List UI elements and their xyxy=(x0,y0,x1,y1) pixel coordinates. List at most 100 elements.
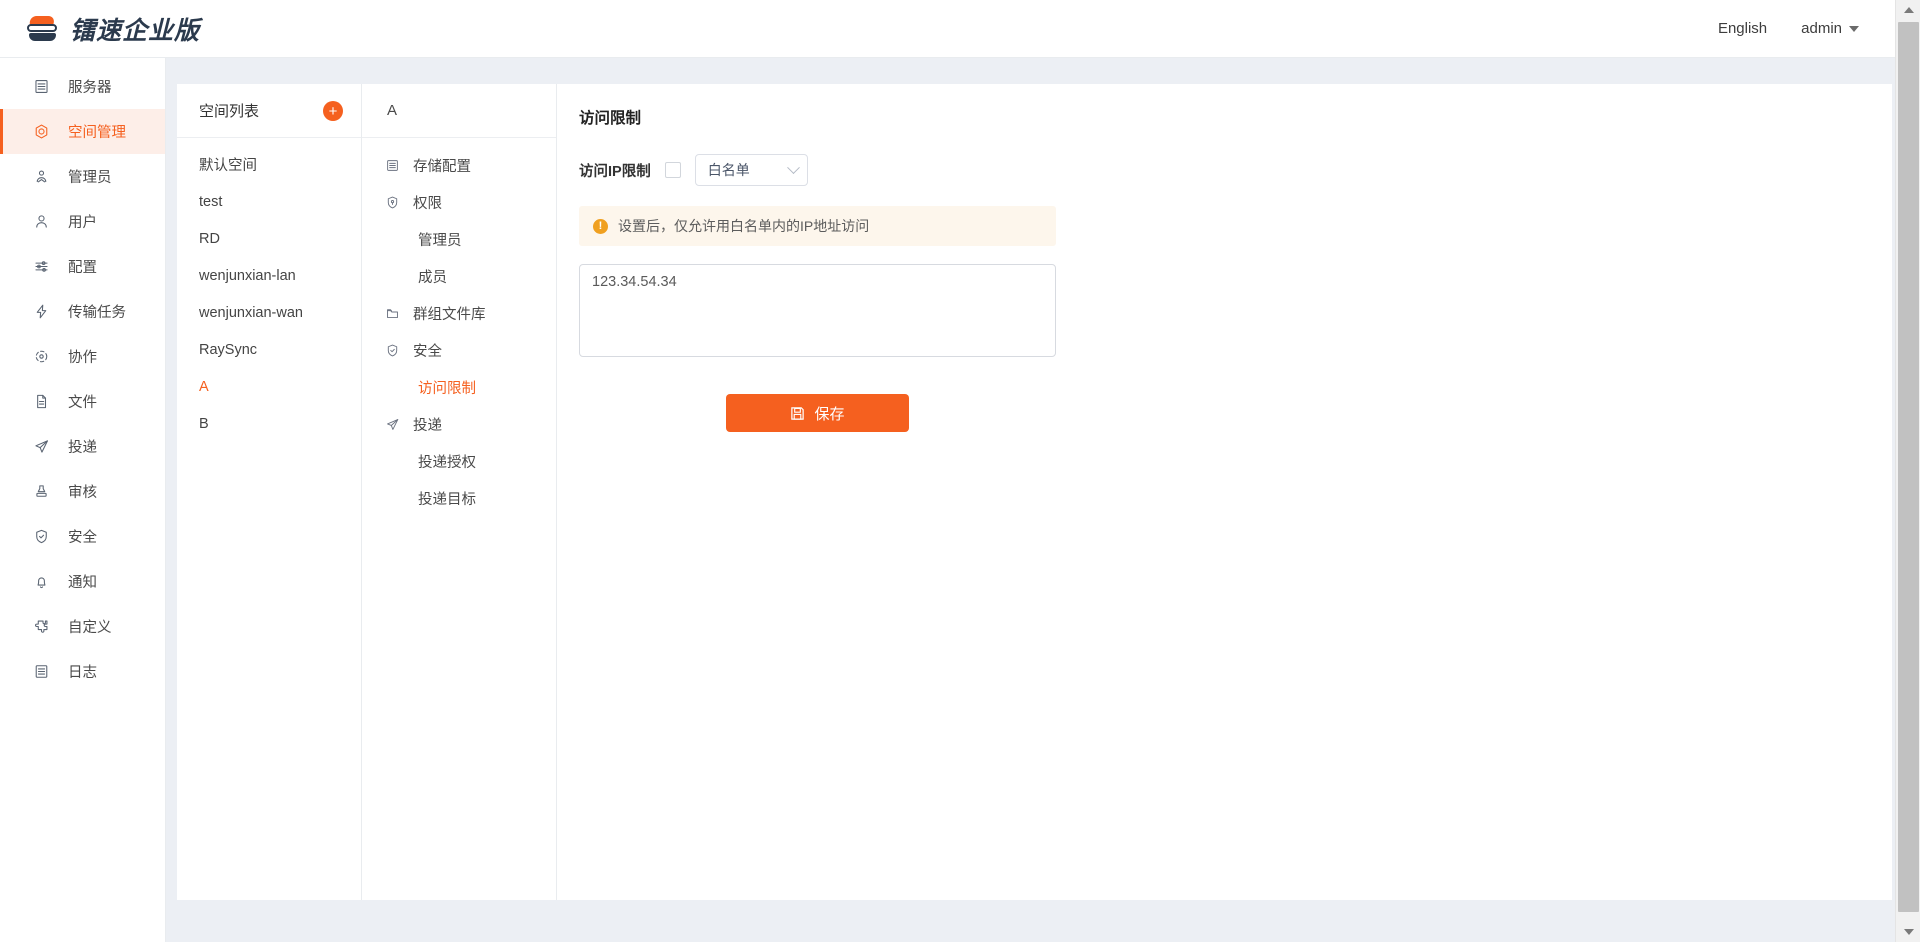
sidebar-item-2[interactable]: 空间管理 xyxy=(0,109,165,154)
space-list-item[interactable]: test xyxy=(177,183,361,220)
log-icon xyxy=(33,663,50,680)
space-menu-item[interactable]: 投递授权 xyxy=(362,443,556,480)
spaces-list: 默认空间testRDwenjunxian-lanwenjunxian-wanRa… xyxy=(177,146,361,442)
send-icon xyxy=(33,438,50,455)
sidebar-item-3[interactable]: 管理员 xyxy=(0,154,165,199)
sidebar-item-4[interactable]: 用户 xyxy=(0,199,165,244)
permission-icon xyxy=(385,195,400,210)
space-menu-item-label: 成员 xyxy=(418,266,447,287)
sidebar-item-8[interactable]: 文件 xyxy=(0,379,165,424)
admin-users-icon xyxy=(33,168,50,185)
spaces-panel-title: 空间列表 xyxy=(199,100,259,121)
save-button[interactable]: 保存 xyxy=(726,394,909,432)
language-switcher[interactable]: English xyxy=(1718,20,1767,37)
user-menu[interactable]: admin xyxy=(1801,20,1859,37)
scrollbar-thumb[interactable] xyxy=(1898,22,1919,912)
app-root: 镭速企业版 English admin 服务器空间管理管理员用户配置传输任务协作… xyxy=(0,0,1920,942)
space-list-item[interactable]: wenjunxian-wan xyxy=(177,294,361,331)
brand-logo[interactable]: 镭速企业版 xyxy=(0,11,200,47)
space-menu-item[interactable]: 投递目标 xyxy=(362,480,556,517)
stamp-icon xyxy=(33,483,50,500)
ip-restrict-row: 访问IP限制 白名单 xyxy=(579,154,1892,186)
info-alert-text: 设置后，仅允许用白名单内的IP地址访问 xyxy=(618,216,869,236)
sidebar-item-10[interactable]: 审核 xyxy=(0,469,165,514)
list-type-select-value: 白名单 xyxy=(708,160,789,180)
sidebar-item-label: 日志 xyxy=(68,661,97,682)
space-list-item[interactable]: B xyxy=(177,405,361,442)
space-menu-item[interactable]: 访问限制 xyxy=(362,369,556,406)
sidebar-item-13[interactable]: 自定义 xyxy=(0,604,165,649)
space-menu-item[interactable]: 存储配置 xyxy=(362,147,556,184)
space-menu-list: 存储配置权限管理员成员群组文件库安全访问限制投递投递授权投递目标 xyxy=(362,147,556,517)
puzzle-icon xyxy=(33,618,50,635)
sidebar-item-9[interactable]: 投递 xyxy=(0,424,165,469)
sidebar-item-1[interactable]: 服务器 xyxy=(0,64,165,109)
file-icon xyxy=(33,393,50,410)
folder-icon xyxy=(385,306,400,321)
page-title: 访问限制 xyxy=(579,106,1892,128)
space-menu-item[interactable]: 权限 xyxy=(362,184,556,221)
chevron-down-icon xyxy=(1849,26,1859,32)
space-menu-item[interactable]: 投递 xyxy=(362,406,556,443)
space-list-item[interactable]: RaySync xyxy=(177,331,361,368)
sidebar-item-label: 管理员 xyxy=(68,166,112,187)
space-menu-item[interactable]: 安全 xyxy=(362,332,556,369)
scroll-down-button[interactable] xyxy=(1896,922,1920,942)
sidebar-item-7[interactable]: 协作 xyxy=(0,334,165,379)
sidebar-item-label: 安全 xyxy=(68,526,97,547)
warning-icon: ! xyxy=(593,219,608,234)
arrow-down-icon xyxy=(1904,929,1914,935)
sidebar-item-11[interactable]: 安全 xyxy=(0,514,165,559)
sidebar-item-label: 配置 xyxy=(68,256,97,277)
shield-check-icon xyxy=(33,528,50,545)
space-menu-item-label: 群组文件库 xyxy=(413,303,486,324)
sidebar-item-label: 审核 xyxy=(68,481,97,502)
content-panels: 空间列表 + 默认空间testRDwenjunxian-lanwenjunxia… xyxy=(166,58,1895,942)
sidebar-item-label: 自定义 xyxy=(68,616,112,637)
sliders-icon xyxy=(33,258,50,275)
space-menu-item[interactable]: 成员 xyxy=(362,258,556,295)
ip-restrict-checkbox[interactable] xyxy=(665,162,681,178)
space-menu-item-label: 权限 xyxy=(413,192,442,213)
space-menu-item-label: 投递目标 xyxy=(418,488,476,509)
space-menu-item[interactable]: 管理员 xyxy=(362,221,556,258)
add-space-button[interactable]: + xyxy=(323,101,343,121)
sidebar-item-12[interactable]: 通知 xyxy=(0,559,165,604)
sidebar-item-label: 投递 xyxy=(68,436,97,457)
user-icon xyxy=(33,213,50,230)
space-icon xyxy=(33,123,50,140)
spaces-panel: 空间列表 + 默认空间testRDwenjunxian-lanwenjunxia… xyxy=(177,84,362,900)
space-menu-item-label: 安全 xyxy=(413,340,442,361)
sidebar-item-5[interactable]: 配置 xyxy=(0,244,165,289)
space-list-item[interactable]: A xyxy=(177,368,361,405)
ip-restrict-label: 访问IP限制 xyxy=(579,160,651,181)
scroll-up-button[interactable] xyxy=(1896,0,1920,20)
user-menu-label: admin xyxy=(1801,20,1842,37)
bell-icon xyxy=(33,573,50,590)
sidebar-item-label: 协作 xyxy=(68,346,97,367)
storage-icon xyxy=(385,158,400,173)
sidebar-item-6[interactable]: 传输任务 xyxy=(0,289,165,334)
raysync-logo-icon xyxy=(26,14,60,44)
list-type-select[interactable]: 白名单 xyxy=(695,154,808,186)
collaborate-icon xyxy=(33,348,50,365)
transfer-icon xyxy=(33,303,50,320)
header-actions: English admin xyxy=(1718,20,1895,37)
detail-panel: 访问限制 访问IP限制 白名单 ! 设置后，仅允许用白名单内的IP地址访问 xyxy=(557,84,1892,900)
space-list-item[interactable]: RD xyxy=(177,220,361,257)
sidebar-item-label: 传输任务 xyxy=(68,301,126,322)
space-menu-item-label: 管理员 xyxy=(418,229,462,250)
arrow-up-icon xyxy=(1904,7,1914,13)
chevron-down-icon xyxy=(787,161,800,174)
ip-list-textarea[interactable] xyxy=(579,264,1056,357)
sidebar-item-label: 通知 xyxy=(68,571,97,592)
sidebar-item-14[interactable]: 日志 xyxy=(0,649,165,694)
page-scrollbar[interactable] xyxy=(1895,0,1920,942)
space-menu-item-label: 投递 xyxy=(413,414,442,435)
space-list-item[interactable]: 默认空间 xyxy=(177,146,361,183)
space-list-item[interactable]: wenjunxian-lan xyxy=(177,257,361,294)
shield-check-icon xyxy=(385,343,400,358)
top-header: 镭速企业版 English admin xyxy=(0,0,1895,58)
space-menu-item[interactable]: 群组文件库 xyxy=(362,295,556,332)
server-icon xyxy=(33,78,50,95)
